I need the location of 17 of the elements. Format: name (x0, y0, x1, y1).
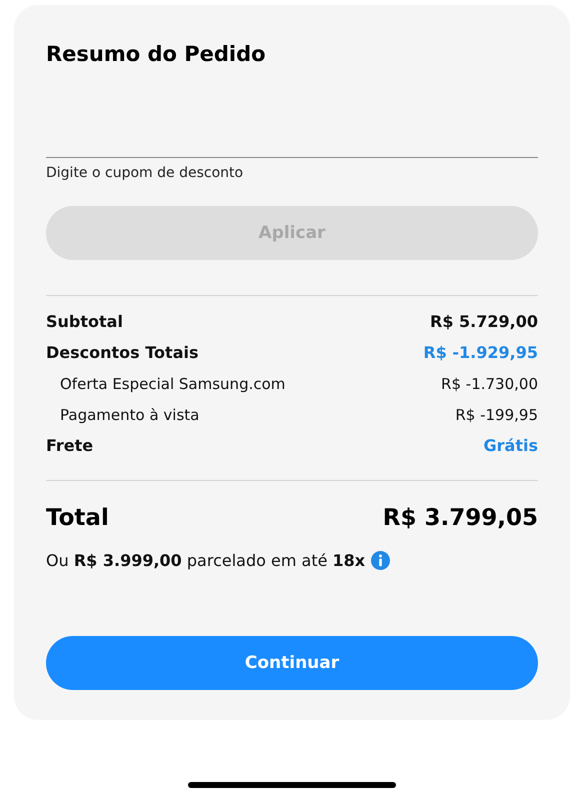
installment-text: Ou R$ 3.999,00 parcelado em até 18x (46, 551, 366, 570)
summary-label: Descontos Totais (46, 343, 198, 362)
summary-label: Subtotal (46, 312, 123, 331)
total-value: R$ 3.799,05 (382, 505, 538, 531)
continue-button[interactable]: Continuar (46, 636, 538, 690)
summary-value: R$ -199,95 (455, 406, 538, 424)
coupon-label: Digite o cupom de desconto (46, 165, 244, 181)
total-label: Total (46, 505, 109, 531)
summary-value: R$ -1.929,95 (423, 343, 538, 362)
summary-label: Pagamento à vista (59, 406, 200, 424)
summary-value: R$ -1.730,00 (441, 374, 538, 392)
summary-value: R$ 5.729,00 (430, 312, 538, 331)
summary-title: Resumo do Pedido (46, 41, 267, 67)
summary-label: Oferta Especial Samsung.com (59, 374, 286, 392)
info-icon[interactable] (371, 551, 390, 570)
summary-value: Grátis (484, 436, 538, 455)
summary-label: Frete (46, 436, 94, 455)
